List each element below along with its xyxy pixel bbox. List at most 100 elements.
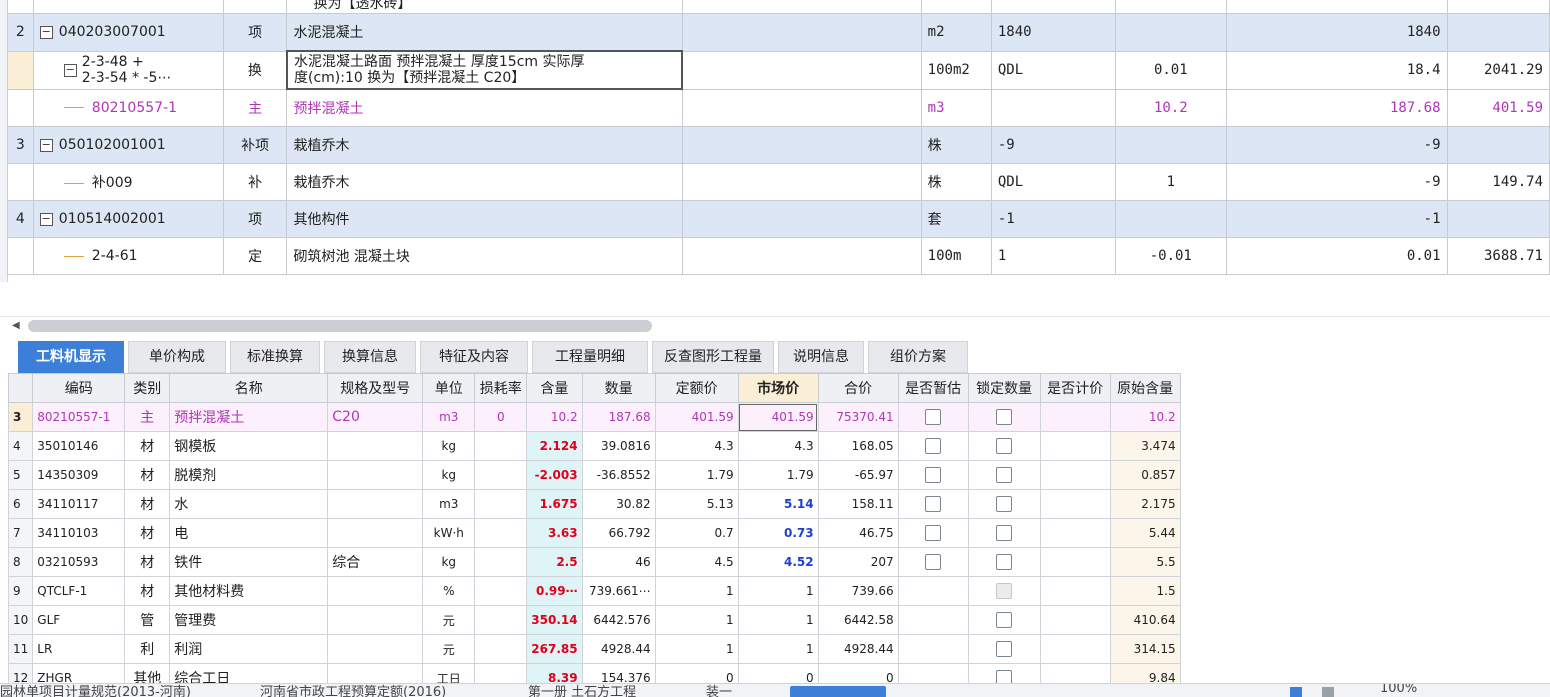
resource-loss-rate[interactable] — [474, 489, 528, 519]
column-header-6[interactable]: 含量 — [526, 373, 583, 403]
resource-quota-price[interactable]: 1.79 — [654, 460, 739, 490]
resource-unit[interactable]: % — [422, 576, 476, 606]
row-unit-price[interactable] — [1446, 13, 1550, 52]
resource-quota-price[interactable]: 1 — [654, 605, 739, 635]
resource-code[interactable]: 80210557-1 — [32, 402, 126, 432]
row-code[interactable]: −2-3-48 +2-3-54 * -5⋯ — [32, 50, 224, 90]
resource-row[interactable]: 3 80210557-1 主预拌混凝土 C20 m3 0 10.2 187.68 401.59 4… — [8, 402, 1181, 432]
resource-spec[interactable] — [327, 576, 424, 606]
row-unit[interactable]: 套 — [920, 200, 992, 238]
resource-code[interactable]: 03210593 — [32, 547, 126, 577]
row-content[interactable]: 0.01 — [1114, 50, 1227, 90]
resource-spec[interactable]: C20 — [327, 402, 424, 432]
lock-quantity-checkbox-cell[interactable] — [967, 605, 1041, 635]
checkbox-icon[interactable] — [925, 496, 942, 512]
resource-quantity[interactable]: 4928.44 — [581, 634, 656, 664]
resource-total[interactable]: -65.97 — [817, 460, 899, 490]
resource-name[interactable]: 其他材料费 — [169, 576, 329, 606]
resource-name[interactable]: 铁件 — [169, 547, 329, 577]
is-priced-cell[interactable] — [1039, 518, 1111, 548]
row-code[interactable]: −040203007001 — [32, 13, 224, 52]
tab-0[interactable]: 工料机显示 — [18, 341, 124, 373]
row-code[interactable]: 2-4-61 — [32, 237, 224, 275]
column-header-3[interactable]: 规格及型号 — [327, 373, 424, 403]
resource-quantity[interactable]: 6442.576 — [581, 605, 656, 635]
resource-row[interactable]: 10 GLF 管管理费元 350.14 6442.576 1 1 6442.58 410.64 — [8, 605, 1181, 635]
tab-4[interactable]: 特征及内容 — [420, 341, 528, 373]
resource-total[interactable]: 207 — [817, 547, 899, 577]
row-content[interactable] — [1114, 200, 1227, 238]
resource-spec[interactable] — [327, 518, 424, 548]
row-quantity[interactable]: 18.4 — [1225, 50, 1448, 90]
checkbox-icon[interactable] — [925, 554, 942, 570]
quota-row[interactable]: 补009 补栽植乔木 株 QDL 1 -9 149.74 — [7, 163, 1550, 201]
resource-name[interactable]: 利润 — [169, 634, 329, 664]
resource-row[interactable]: 7 34110103 材电 kW·h 3.63 66.792 0.7 0.73 46.75 5.4… — [8, 518, 1181, 548]
checkbox-icon[interactable] — [996, 612, 1013, 628]
resource-loss-rate[interactable] — [474, 460, 528, 490]
row-expression[interactable]: -1 — [990, 200, 1116, 238]
checkbox-icon[interactable] — [996, 496, 1013, 512]
resource-spec[interactable]: 综合 — [327, 547, 424, 577]
quota-row[interactable]: 3−050102001001 补项 栽植乔木株 -9 -9 — [7, 126, 1550, 164]
tab-6[interactable]: 反查图形工程量 — [652, 341, 774, 373]
row-content[interactable] — [1114, 126, 1227, 164]
resource-code[interactable]: 14350309 — [32, 460, 126, 490]
row-unit-price[interactable]: 2041.29 — [1446, 50, 1550, 90]
is-priced-cell[interactable] — [1039, 460, 1111, 490]
resource-code[interactable]: QTCLF-1 — [32, 576, 126, 606]
resource-quota-price[interactable]: 0.7 — [654, 518, 739, 548]
resource-name[interactable]: 预拌混凝土 — [169, 402, 329, 432]
resource-market-price[interactable]: 1 — [737, 634, 819, 664]
column-header-11[interactable]: 是否暂估 — [897, 373, 969, 403]
row-name[interactable]: 砌筑树池 混凝土块 — [286, 237, 683, 275]
resource-market-price[interactable]: 401.59 — [737, 402, 819, 432]
row-name[interactable]: 水泥混凝土 — [286, 13, 683, 52]
lock-quantity-checkbox-cell[interactable] — [967, 663, 1041, 683]
resource-unit[interactable]: kW·h — [422, 518, 476, 548]
resource-loss-rate[interactable] — [474, 431, 528, 461]
resource-quota-price[interactable]: 5.13 — [654, 489, 739, 519]
resource-quota-price[interactable]: 4.5 — [654, 547, 739, 577]
checkbox-icon[interactable] — [925, 409, 942, 425]
lock-quantity-checkbox-cell[interactable] — [967, 460, 1041, 490]
resource-quantity[interactable]: 66.792 — [581, 518, 656, 548]
collapse-icon[interactable]: − — [39, 25, 53, 39]
resource-unit[interactable]: m3 — [422, 489, 476, 519]
is-priced-cell[interactable] — [1039, 489, 1111, 519]
estimate-checkbox-cell[interactable] — [897, 431, 969, 461]
collapse-icon[interactable]: − — [39, 138, 53, 152]
resource-loss-rate[interactable] — [474, 663, 528, 683]
is-priced-cell[interactable] — [1039, 605, 1111, 635]
resource-market-price[interactable]: 1.79 — [737, 460, 819, 490]
resource-category[interactable]: 材 — [124, 460, 171, 490]
column-header-5[interactable]: 损耗率 — [474, 373, 528, 403]
resource-content[interactable]: 1.675 — [526, 489, 583, 519]
resource-total[interactable]: 46.75 — [817, 518, 899, 548]
row-expression[interactable] — [990, 88, 1116, 127]
row-unit[interactable]: m2 — [920, 13, 992, 52]
resource-code[interactable]: ZHGR — [32, 663, 126, 683]
row-quantity[interactable]: -9 — [1225, 163, 1448, 201]
resource-total[interactable]: 168.05 — [817, 431, 899, 461]
resource-row[interactable]: 8 03210593 材铁件 综合 kg 2.5 46 4.5 4.52 207 5.5 — [8, 547, 1181, 577]
row-content[interactable]: 10.2 — [1114, 88, 1227, 127]
resource-category[interactable]: 其他 — [124, 663, 171, 683]
row-expression[interactable]: 1840 — [990, 13, 1116, 52]
resource-quota-price[interactable]: 4.3 — [654, 431, 739, 461]
checkbox-icon[interactable] — [925, 467, 942, 483]
row-unit-price[interactable]: 401.59 — [1446, 88, 1550, 127]
row-unit-price[interactable]: 3688.71 — [1446, 237, 1550, 275]
column-header-8[interactable]: 定额价 — [654, 373, 739, 403]
resource-content[interactable]: 8.39 — [526, 663, 583, 683]
row-quantity[interactable]: -9 — [1225, 126, 1448, 164]
lock-quantity-checkbox-cell[interactable] — [967, 634, 1041, 664]
tab-3[interactable]: 换算信息 — [324, 341, 416, 373]
resource-content[interactable]: -2.003 — [526, 460, 583, 490]
resource-loss-rate[interactable] — [474, 634, 528, 664]
resource-total[interactable]: 6442.58 — [817, 605, 899, 635]
checkbox-icon[interactable] — [996, 525, 1013, 541]
row-quantity[interactable]: 0.01 — [1225, 237, 1448, 275]
column-header-0[interactable]: 编码 — [32, 373, 126, 403]
resource-name[interactable]: 电 — [169, 518, 329, 548]
